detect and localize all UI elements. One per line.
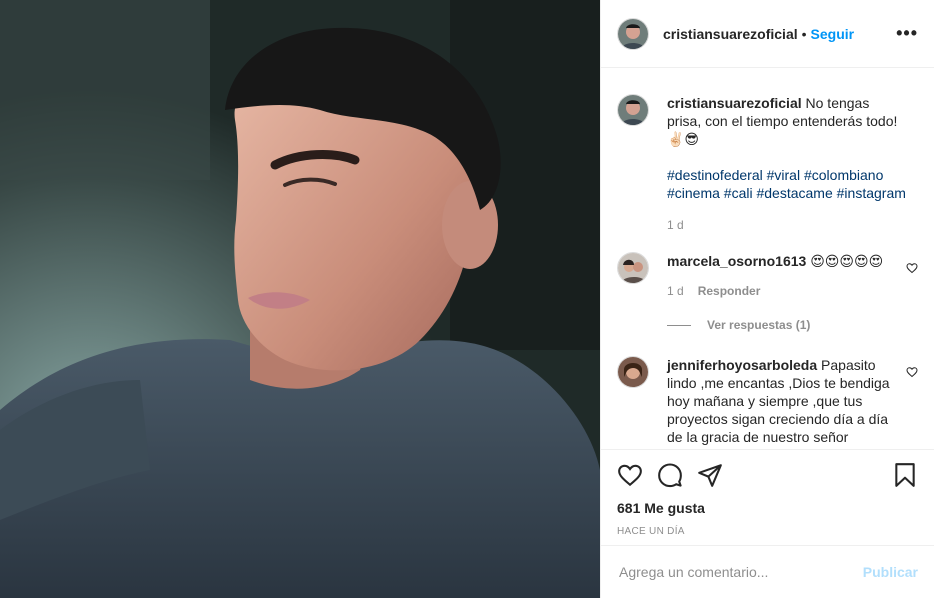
bookmark-icon[interactable] — [892, 462, 918, 488]
comment-icon[interactable] — [657, 462, 683, 488]
comment-body: jenniferhoyosarboleda Papasito lindo ,me… — [667, 356, 899, 449]
add-comment-section: Publicar — [601, 545, 934, 598]
heart-icon[interactable] — [617, 462, 643, 488]
like-comment-heart-icon[interactable] — [906, 262, 918, 274]
comment-meta: 1 d Responder — [667, 282, 899, 300]
header-separator: • — [801, 25, 807, 42]
comments-list[interactable]: cristiansuarezoficial No tengas prisa, c… — [601, 68, 934, 449]
comment-text: 😍😍😍😍😍 — [810, 253, 884, 269]
post-modal: cristiansuarezoficial • Seguir ••• crist… — [0, 0, 934, 598]
caption-username[interactable]: cristiansuarezoficial — [667, 95, 802, 111]
comment-input[interactable] — [617, 563, 863, 581]
share-icon[interactable] — [697, 462, 723, 488]
author-username[interactable]: cristiansuarezoficial — [663, 26, 798, 42]
caption-meta: 1 d — [667, 216, 899, 234]
comment-body: marcela_osorno1613 😍😍😍😍😍 1 d Responder — [667, 252, 899, 300]
post-timestamp[interactable]: HACE UN DÍA — [617, 526, 918, 537]
likes-count[interactable]: 681 Me gusta — [617, 500, 918, 516]
selfie-illustration — [0, 0, 600, 598]
caption-body: cristiansuarezoficial No tengas prisa, c… — [667, 94, 906, 234]
author-avatar[interactable] — [617, 17, 649, 50]
post-sidebar: cristiansuarezoficial • Seguir ••• crist… — [600, 0, 934, 598]
follow-button[interactable]: Seguir — [811, 26, 855, 42]
view-replies-label: Ver respuestas (1) — [707, 318, 811, 332]
caption-age[interactable]: 1 d — [667, 216, 684, 234]
comment-age[interactable]: 1 d — [667, 282, 684, 300]
comment-username[interactable]: marcela_osorno1613 — [667, 253, 806, 269]
like-comment-heart-icon[interactable] — [906, 366, 918, 378]
action-icons — [617, 450, 918, 500]
replies-divider — [667, 324, 691, 326]
more-options-button[interactable]: ••• — [896, 23, 918, 44]
commenter-avatar[interactable] — [617, 252, 649, 284]
comment-row: marcela_osorno1613 😍😍😍😍😍 1 d Responder — [617, 252, 918, 300]
view-replies-button[interactable]: Ver respuestas (1) — [667, 318, 918, 332]
caption-row: cristiansuarezoficial No tengas prisa, c… — [617, 94, 918, 234]
post-comment-button[interactable]: Publicar — [863, 564, 918, 580]
post-photo[interactable] — [0, 0, 600, 598]
commenter-avatar[interactable] — [617, 356, 649, 388]
author-avatar-small[interactable] — [617, 94, 649, 126]
post-header: cristiansuarezoficial • Seguir ••• — [601, 0, 934, 68]
caption-hashtags[interactable]: #destinofederal #viral #colombiano #cine… — [667, 166, 917, 202]
comment-row: jenniferhoyosarboleda Papasito lindo ,me… — [617, 356, 918, 449]
reply-button[interactable]: Responder — [698, 282, 761, 300]
comment-username[interactable]: jenniferhoyosarboleda — [667, 357, 817, 373]
actions-section: 681 Me gusta HACE UN DÍA — [601, 449, 934, 545]
